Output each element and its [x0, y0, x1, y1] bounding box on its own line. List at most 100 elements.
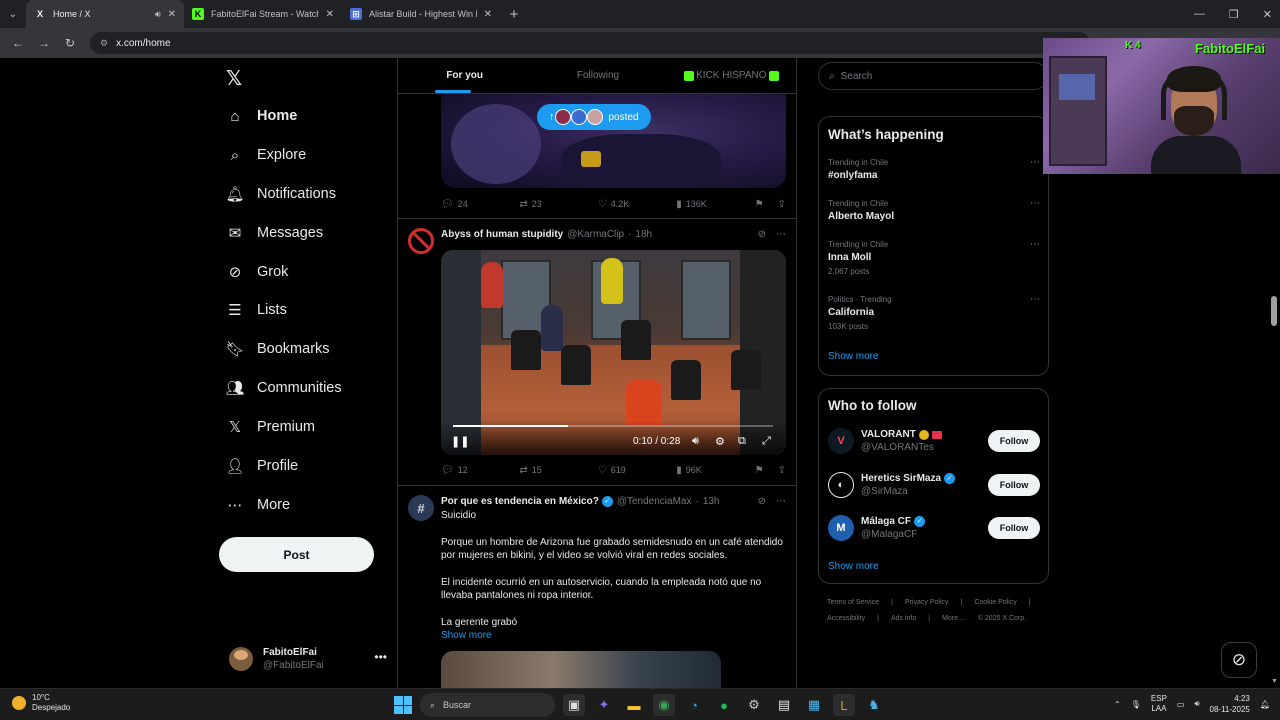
account-switcher[interactable]: FabitoElFai @FabitoElFai •••	[229, 642, 389, 676]
grok-icon[interactable]: ⊘	[758, 496, 766, 507]
pause-icon[interactable]: ❚❚	[451, 435, 469, 448]
follow-button[interactable]: Follow	[988, 517, 1040, 539]
nav-communities[interactable]: 👥︎ Communities	[225, 376, 341, 400]
more-dots-icon[interactable]: ⋯	[1030, 238, 1040, 251]
footer-link[interactable]: Accessibility	[827, 615, 865, 622]
app-icon[interactable]: ♞	[863, 694, 885, 716]
system-clock[interactable]: 4:23 08-11-2025	[1210, 693, 1250, 715]
tab-alistar-build[interactable]: ⊞ Alistar Build - Highest Win Rate ✕	[342, 0, 500, 28]
chrome-icon[interactable]: ◉	[653, 694, 675, 716]
notification-bell-icon[interactable]: 🔔︎	[1260, 700, 1270, 709]
minimize-icon[interactable]: —	[1194, 8, 1205, 20]
share-icon[interactable]: ⇪	[778, 199, 786, 210]
league-client-icon[interactable]: L	[833, 694, 855, 716]
bookmark-icon[interactable]: ⚑	[755, 199, 764, 210]
tab-home-x[interactable]: X Home / X 🔊︎ ✕	[26, 0, 184, 28]
nav-profile[interactable]: 👤︎ Profile	[225, 454, 298, 478]
steam-icon[interactable]: ⚙	[743, 694, 765, 716]
author-handle[interactable]: @KarmaClip	[567, 229, 624, 240]
tweet-video[interactable]: ❚❚ 0:10 / 0:28 🔊︎ ⚙ ⧉ ⤢	[441, 250, 786, 455]
close-tab-icon[interactable]: ✕	[168, 9, 176, 20]
nav-notifications[interactable]: 🔔︎ Notifications	[225, 182, 336, 206]
follow-suggestion[interactable]: V VALORANT @VALORANTes Follow	[828, 426, 1040, 456]
new-posts-pill[interactable]: ↑ posted	[537, 104, 651, 130]
grok-icon[interactable]: ⊘	[758, 229, 766, 240]
fullscreen-icon[interactable]: ⤢	[762, 435, 771, 448]
author-handle[interactable]: @TendenciaMax	[617, 496, 692, 507]
taskbar-search[interactable]: ⌕ Buscar	[420, 693, 555, 717]
nav-more[interactable]: ⋯ More	[227, 493, 291, 517]
copilot-icon[interactable]: ✦	[593, 694, 615, 716]
volume-icon[interactable]: 🔊︎	[692, 435, 699, 448]
more-dots-icon[interactable]: ⋯	[1030, 156, 1040, 169]
show-more-link[interactable]: Show more	[828, 561, 879, 572]
footer-link[interactable]: Ads info	[891, 615, 916, 622]
edge-icon[interactable]: ◔	[683, 694, 705, 716]
maximize-icon[interactable]: ❐	[1229, 8, 1239, 21]
nav-explore[interactable]: ⌕ Explore	[227, 143, 306, 167]
weather-widget[interactable]: 10°C Despejado	[12, 693, 70, 713]
author-name[interactable]: Por que es tendencia en México?	[441, 496, 599, 507]
more-dots-icon[interactable]: ⋯	[776, 229, 786, 240]
tab-kick-hispano[interactable]: KICK HISPANO	[665, 58, 796, 93]
follow-suggestion[interactable]: M Málaga CF ✓ @MalagaCF Follow	[828, 513, 1040, 543]
microphone-icon[interactable]: 🎙︎	[1131, 700, 1141, 709]
new-tab-button[interactable]: +	[500, 6, 528, 23]
tweet-time[interactable]: 18h	[635, 229, 652, 240]
tab-kick-stream[interactable]: K FabitoElFai Stream - Watch Live ✕	[184, 0, 342, 28]
repost-button[interactable]: ⇄ 23	[519, 199, 597, 210]
close-tab-icon[interactable]: ✕	[484, 9, 492, 20]
chevron-up-icon[interactable]: ⌃	[1114, 700, 1121, 709]
follow-button[interactable]: Follow	[988, 430, 1040, 452]
footer-link[interactable]: More ...	[942, 615, 966, 622]
pip-icon[interactable]: ⧉	[738, 435, 746, 448]
trend-item[interactable]: Trending in Chile #onlyfama ⋯	[828, 156, 1040, 183]
file-explorer-icon[interactable]: ▬	[623, 694, 645, 716]
like-button[interactable]: ♡ 4.2K	[598, 199, 676, 210]
follow-suggestion[interactable]: ◐ Heretics SirMaza ✓ @SirMaza Follow	[828, 470, 1040, 500]
reply-button[interactable]: 💬︎ 12	[441, 465, 519, 476]
show-more-link[interactable]: Show more	[828, 351, 879, 362]
reply-button[interactable]: 💬︎ 24	[441, 199, 519, 210]
tab-search-icon[interactable]: ⌄	[0, 0, 26, 28]
tab-for-you[interactable]: For you	[398, 58, 531, 93]
speaker-icon[interactable]: 🔊︎	[155, 9, 161, 20]
like-button[interactable]: ♡ 619	[598, 465, 676, 476]
scroll-down-icon[interactable]: ▼	[1271, 678, 1278, 685]
nav-bookmarks[interactable]: 🔖︎ Bookmarks	[225, 337, 329, 361]
more-dots-icon[interactable]: ⋯	[1030, 197, 1040, 210]
trend-item[interactable]: Trending in Chile Inna Moll 2,067 posts …	[828, 238, 1040, 278]
author-name[interactable]: Abyss of human stupidity	[441, 229, 563, 240]
follow-button[interactable]: Follow	[988, 474, 1040, 496]
footer-link[interactable]: Cookie Policy	[974, 599, 1016, 606]
more-dots-icon[interactable]: ⋯	[1030, 293, 1040, 306]
more-dots-icon[interactable]: •••	[374, 650, 387, 664]
repost-button[interactable]: ⇄ 15	[519, 465, 597, 476]
language-indicator[interactable]: ESP LAA	[1151, 694, 1167, 714]
show-more-link[interactable]: Show more	[441, 630, 492, 641]
x-logo-icon[interactable]: 𝕏	[226, 66, 242, 91]
back-icon[interactable]: ←	[6, 31, 30, 55]
views-button[interactable]: ▮ 136K	[676, 199, 754, 210]
trend-item[interactable]: Politics · Trending California 103K post…	[828, 293, 1040, 333]
tweet-time[interactable]: 13h	[703, 496, 720, 507]
nav-premium[interactable]: 𝕏 Premium	[227, 415, 315, 439]
settings-icon[interactable]: ⚙	[715, 435, 725, 448]
notepad-icon[interactable]: ▤	[773, 694, 795, 716]
views-button[interactable]: ▮ 96K	[676, 465, 754, 476]
post-button[interactable]: Post	[219, 537, 374, 572]
spotify-icon[interactable]: ●	[713, 694, 735, 716]
nav-lists[interactable]: ☰ Lists	[227, 298, 287, 322]
footer-link[interactable]: Privacy Policy	[905, 599, 949, 606]
task-view-icon[interactable]: ▣	[563, 694, 585, 716]
windows-start-icon[interactable]	[394, 696, 412, 714]
reload-icon[interactable]: ↻	[58, 31, 82, 55]
scrollbar-thumb[interactable]	[1271, 296, 1277, 326]
site-settings-icon[interactable]: ⚙	[100, 38, 108, 49]
tab-following[interactable]: Following	[531, 58, 664, 93]
forward-icon[interactable]: →	[32, 31, 56, 55]
obs-app-icon[interactable]: ▦	[803, 694, 825, 716]
close-tab-icon[interactable]: ✕	[326, 9, 334, 20]
nav-grok[interactable]: ⊘ Grok	[227, 260, 289, 284]
volume-icon[interactable]: 🔊︎	[1194, 699, 1199, 709]
